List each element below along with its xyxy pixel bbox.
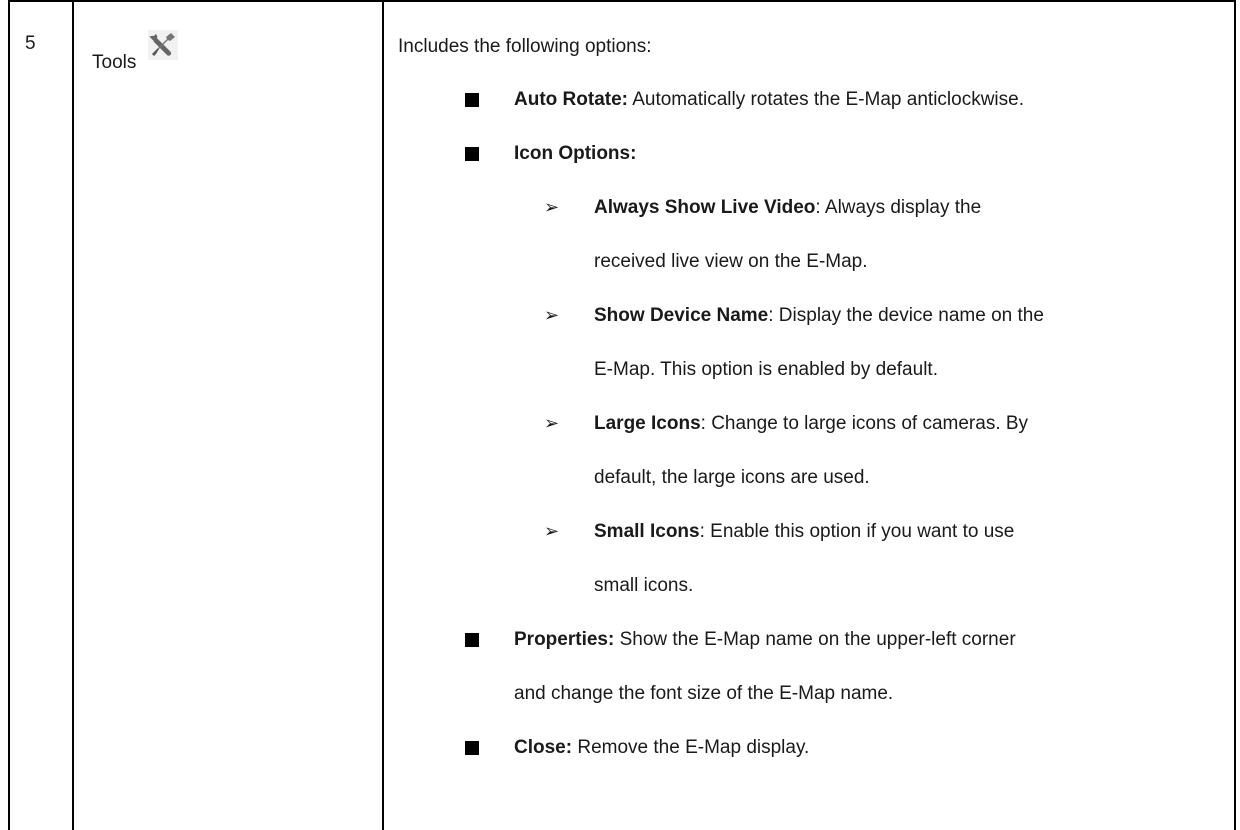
table-divider-2 <box>382 2 384 830</box>
options-intro: Includes the following options: <box>398 36 652 57</box>
option-close: Close: Remove the E-Map display. <box>514 736 809 760</box>
icon-option-title: Always Show Live Video <box>594 197 816 218</box>
bullet-square-icon <box>465 147 479 161</box>
tool-label: Tools <box>92 52 137 73</box>
bullet-square-icon <box>465 93 479 107</box>
tool-name-cell: Tools <box>92 28 180 73</box>
option-desc: Show the E-Map name on the upper-left co… <box>614 629 1016 650</box>
icon-option-large-icons: Large Icons: Change to large icons of ca… <box>594 412 1028 436</box>
option-icon-options: Icon Options: <box>514 142 636 166</box>
icon-option-title: Small Icons <box>594 521 700 542</box>
bullet-square-icon <box>465 741 479 755</box>
icon-option-title: Large Icons <box>594 413 701 434</box>
icon-option-desc: : Enable this option if you want to use <box>699 521 1015 542</box>
icon-option-show-device-name: Show Device Name: Display the device nam… <box>594 304 1044 328</box>
icon-option-always-show-live-video: Always Show Live Video: Always display t… <box>594 196 981 220</box>
bullet-square-icon <box>465 633 479 647</box>
option-properties: Properties: Show the E-Map name on the u… <box>514 628 1016 652</box>
icon-option-desc: : Display the device name on the <box>768 305 1044 326</box>
option-desc: Automatically rotates the E-Map anticloc… <box>627 89 1024 110</box>
options-table: 5 Tools Includes the following options: … <box>8 0 1236 830</box>
option-title: Auto Rotate: <box>514 89 628 110</box>
option-title: Properties: <box>514 629 615 650</box>
option-title: Icon Options: <box>514 143 637 164</box>
tools-icon <box>148 30 179 60</box>
icon-option-desc-cont: default, the large icons are used. <box>594 467 870 488</box>
option-title: Close: <box>514 737 573 758</box>
icon-option-desc-cont: E-Map. This option is enabled by default… <box>594 359 938 380</box>
icon-option-desc-cont: received live view on the E-Map. <box>594 251 868 272</box>
option-auto-rotate: Auto Rotate: Automatically rotates the E… <box>514 88 1024 112</box>
arrow-bullet-icon: ➢ <box>544 305 560 325</box>
icon-option-desc-cont: small icons. <box>594 575 694 596</box>
arrow-bullet-icon: ➢ <box>544 521 560 541</box>
row-number: 5 <box>25 33 36 54</box>
icon-option-small-icons: Small Icons: Enable this option if you w… <box>594 520 1014 544</box>
icon-option-title: Show Device Name <box>594 305 769 326</box>
option-desc-cont: and change the font size of the E-Map na… <box>514 683 894 704</box>
arrow-bullet-icon: ➢ <box>544 413 560 433</box>
icon-option-desc: : Change to large icons of cameras. By <box>700 413 1029 434</box>
table-border-right <box>1234 2 1236 830</box>
table-border-left <box>8 2 10 830</box>
option-desc: Remove the E-Map display. <box>572 737 810 758</box>
icon-option-desc: : Always display the <box>815 197 982 218</box>
arrow-bullet-icon: ➢ <box>544 197 560 217</box>
table-divider-1 <box>72 2 74 830</box>
